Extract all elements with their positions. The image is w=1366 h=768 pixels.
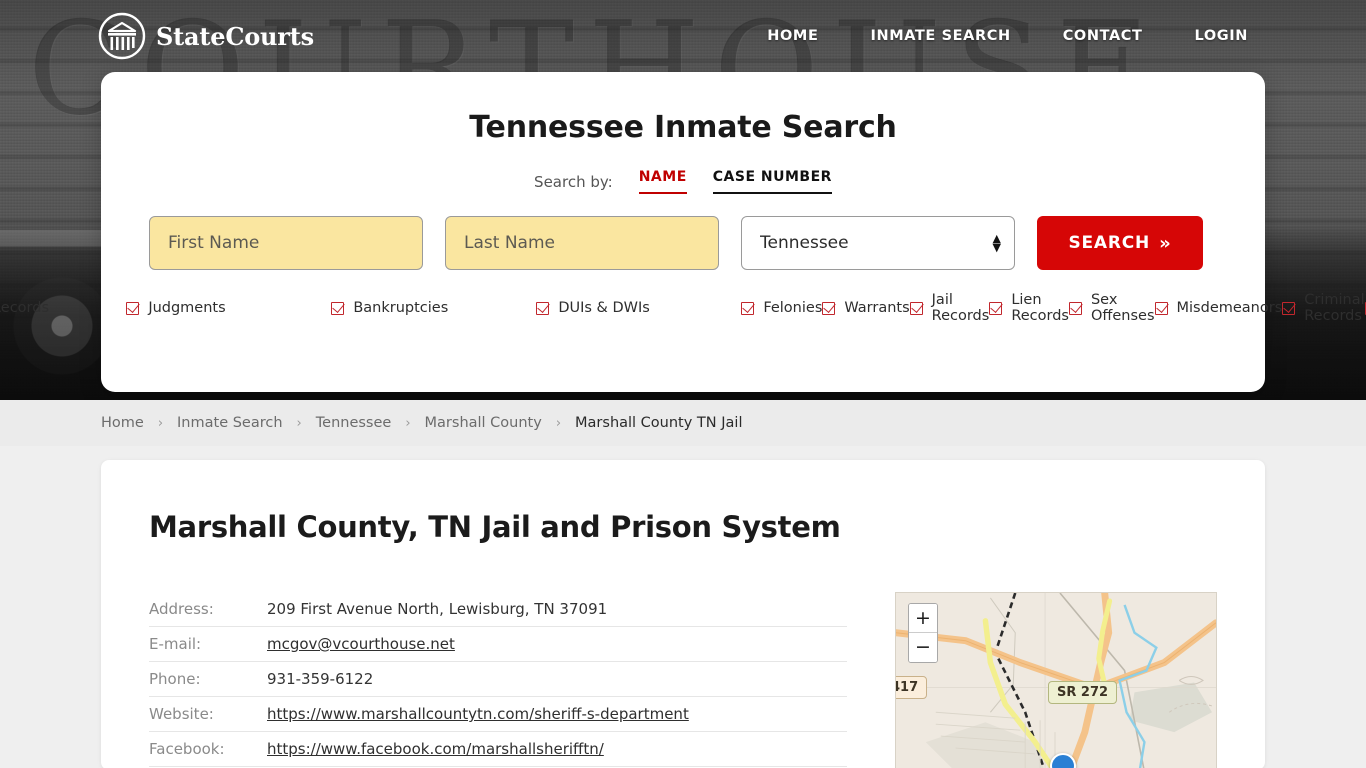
- breadcrumb-item-tennessee[interactable]: Tennessee: [316, 415, 392, 431]
- main-content: Marshall County, TN Jail and Prison Syst…: [0, 446, 1366, 768]
- record-type-label: Lien Records: [1011, 292, 1069, 324]
- nav-item-login[interactable]: LOGIN: [1195, 28, 1248, 44]
- search-form: Tennessee ▲▼ SEARCH »: [101, 216, 1265, 270]
- brand-name: StateCourts: [156, 21, 314, 51]
- record-type-list: Arrest Records Judgments Bankruptcies DU…: [0, 292, 1366, 324]
- breadcrumb-item-inmate-search[interactable]: Inmate Search: [177, 415, 283, 431]
- checkbox-checked-icon[interactable]: [1154, 301, 1168, 315]
- record-type-item[interactable]: Criminal Records: [1282, 292, 1365, 324]
- facility-card: Marshall County, TN Jail and Prison Syst…: [101, 460, 1265, 768]
- checkbox-checked-icon[interactable]: [1068, 301, 1082, 315]
- detail-value-website: https://www.marshallcountytn.com/sheriff…: [267, 705, 689, 723]
- page-title: Marshall County, TN Jail and Prison Syst…: [149, 510, 841, 544]
- chevron-right-icon: ›: [157, 415, 164, 431]
- chevron-right-icon: ›: [296, 415, 302, 431]
- first-name-input[interactable]: [149, 216, 423, 270]
- facility-info-table: Address: 209 First Avenue North, Lewisbu…: [149, 592, 847, 768]
- checkbox-checked-icon[interactable]: [822, 301, 836, 315]
- main-menu: HOME INMATE SEARCH CONTACT LOGIN: [767, 28, 1248, 44]
- tab-name[interactable]: NAME: [638, 169, 687, 194]
- state-select-wrapper: Tennessee ▲ ▼: [741, 216, 1015, 270]
- detail-label: Phone:: [149, 670, 201, 688]
- hero-banner: COURTHOUSE StateCourts HOME INMATE S: [0, 0, 1366, 400]
- inmate-search-panel: Tennessee Inmate Search Search by: NAME …: [0, 72, 1366, 392]
- table-row: Address: 209 First Avenue North, Lewisbu…: [149, 592, 847, 627]
- search-panel-title: Tennessee Inmate Search: [469, 110, 897, 145]
- record-type-item[interactable]: Lien Records: [989, 292, 1069, 324]
- table-row: Phone: 931-359-6122: [149, 662, 847, 697]
- record-type-item[interactable]: Felonies: [741, 296, 822, 320]
- checkbox-checked-icon[interactable]: [536, 301, 550, 315]
- table-row: Website: https://www.marshallcountytn.co…: [149, 697, 847, 732]
- table-row: E-mail: mcgov@vcourthouse.net: [149, 627, 847, 662]
- nav-item-contact[interactable]: CONTACT: [1063, 28, 1143, 44]
- record-type-label: Arrest Records: [0, 300, 50, 316]
- record-type-item[interactable]: DUIs & DWIs: [536, 296, 741, 320]
- breadcrumb-bar: Home › Inmate Search › Tennessee › Marsh…: [0, 400, 1366, 446]
- record-type-label: Jail Records: [931, 292, 990, 324]
- detail-label: Facebook:: [149, 740, 225, 758]
- detail-label: Website:: [149, 705, 214, 723]
- map-road-label-sr272: SR 272: [1048, 681, 1118, 704]
- record-type-label: Warrants: [844, 300, 910, 316]
- nav-item-inmate-search[interactable]: INMATE SEARCH: [870, 28, 1010, 44]
- detail-label: Address:: [149, 600, 214, 618]
- map-road-label-417: 417: [896, 676, 928, 699]
- double-chevron-right-icon: »: [1159, 232, 1172, 254]
- checkbox-checked-icon[interactable]: [989, 301, 1003, 315]
- detail-value-email: mcgov@vcourthouse.net: [267, 635, 455, 653]
- checkbox-checked-icon[interactable]: [331, 301, 345, 315]
- record-type-label: Bankruptcies: [353, 300, 449, 316]
- checkbox-checked-icon[interactable]: [126, 301, 140, 315]
- detail-value-phone: 931-359-6122: [267, 670, 374, 688]
- record-type-label: DUIs & DWIs: [558, 300, 650, 316]
- top-navigation-bar: StateCourts HOME INMATE SEARCH CONTACT L…: [0, 0, 1366, 72]
- state-select[interactable]: Tennessee: [741, 216, 1015, 270]
- email-link[interactable]: mcgov@vcourthouse.net: [267, 635, 455, 653]
- facebook-link[interactable]: https://www.facebook.com/marshallsheriff…: [267, 740, 604, 758]
- detail-value-address: 209 First Avenue North, Lewisburg, TN 37…: [267, 600, 608, 618]
- website-link[interactable]: https://www.marshallcountytn.com/sheriff…: [267, 705, 689, 723]
- record-type-item[interactable]: Arrest Records: [0, 296, 126, 320]
- record-type-item[interactable]: Judgments: [126, 296, 331, 320]
- record-type-item[interactable]: Bankruptcies: [331, 296, 536, 320]
- chevron-right-icon: ›: [405, 415, 411, 431]
- search-button[interactable]: SEARCH »: [1037, 216, 1203, 270]
- detail-label: E-mail:: [149, 635, 202, 653]
- nav-item-home[interactable]: HOME: [767, 28, 818, 44]
- zoom-out-button[interactable]: −: [909, 633, 937, 662]
- record-type-item[interactable]: Warrants: [822, 296, 910, 320]
- map-zoom-controls: + −: [908, 603, 938, 663]
- record-type-label: Sex Offenses: [1090, 292, 1155, 324]
- checkbox-checked-icon[interactable]: [741, 301, 755, 315]
- table-row: Facebook: https://www.facebook.com/marsh…: [149, 732, 847, 767]
- zoom-in-button[interactable]: +: [909, 604, 937, 633]
- breadcrumb: Home › Inmate Search › Tennessee › Marsh…: [101, 415, 742, 431]
- checkbox-checked-icon[interactable]: [1282, 301, 1296, 315]
- breadcrumb-item-home[interactable]: Home: [101, 415, 144, 431]
- record-type-item[interactable]: Misdemeanors: [1154, 296, 1283, 320]
- tab-case-number[interactable]: CASE NUMBER: [712, 169, 832, 194]
- search-button-label: SEARCH: [1068, 233, 1151, 253]
- breadcrumb-item-marshall-county[interactable]: Marshall County: [425, 415, 542, 431]
- record-type-label: Criminal Records: [1304, 292, 1365, 324]
- search-by-tabs: Search by: NAME CASE NUMBER: [101, 169, 1265, 194]
- checkbox-checked-icon[interactable]: [909, 301, 923, 315]
- record-type-label: Misdemeanors: [1176, 300, 1283, 316]
- brand-logo-link[interactable]: StateCourts: [98, 12, 314, 60]
- last-name-input[interactable]: [445, 216, 719, 270]
- chevron-right-icon: ›: [555, 415, 562, 431]
- facility-detail-area: Address: 209 First Avenue North, Lewisbu…: [149, 592, 1217, 768]
- search-by-label: Search by:: [534, 172, 613, 191]
- record-type-item[interactable]: Sex Offenses: [1068, 292, 1155, 324]
- location-map[interactable]: + − SR 272 417: [895, 592, 1217, 768]
- breadcrumb-item-current: Marshall County TN Jail: [575, 415, 743, 431]
- record-type-label: Felonies: [763, 300, 823, 316]
- record-type-label: Judgments: [148, 300, 226, 316]
- record-type-item[interactable]: Jail Records: [909, 292, 989, 324]
- courthouse-circle-icon: [98, 12, 146, 60]
- detail-value-facebook: https://www.facebook.com/marshallsheriff…: [267, 740, 604, 758]
